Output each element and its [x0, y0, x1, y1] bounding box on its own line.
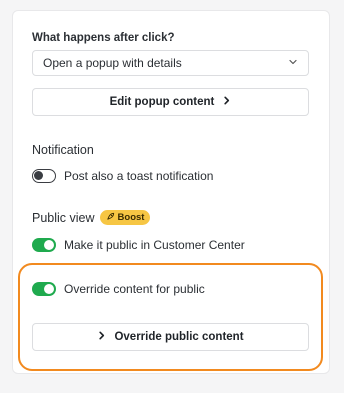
override-toggle-label: Override content for public — [64, 282, 205, 296]
public-toggle-label: Make it public in Customer Center — [64, 238, 245, 252]
chevron-down-icon — [288, 56, 298, 70]
boost-badge: Boost — [99, 210, 151, 225]
override-toggle-row: Override content for public — [32, 282, 205, 296]
click-action-select[interactable]: Open a popup with details — [32, 50, 309, 76]
settings-card: What happens after click? Open a popup w… — [12, 10, 330, 374]
chevron-right-icon — [97, 331, 106, 343]
toast-toggle-row: Post also a toast notification — [32, 169, 213, 183]
public-customer-center-toggle[interactable] — [32, 238, 56, 252]
public-view-title: Public view — [32, 210, 95, 225]
click-action-label: What happens after click? — [32, 32, 175, 44]
public-view-title-row: Public view Boost — [32, 210, 151, 225]
override-public-content-button[interactable]: Override public content — [32, 323, 309, 351]
edit-popup-content-button[interactable]: Edit popup content — [32, 88, 309, 116]
override-public-content-label: Override public content — [114, 331, 244, 343]
chevron-right-icon — [222, 96, 231, 108]
override-content-toggle[interactable] — [32, 282, 56, 296]
toast-toggle-label: Post also a toast notification — [64, 169, 214, 183]
notification-title: Notification — [32, 143, 94, 157]
toast-toggle[interactable] — [32, 169, 56, 183]
public-toggle-row: Make it public in Customer Center — [32, 238, 245, 252]
boost-badge-label: Boost — [117, 212, 145, 223]
click-action-selected-value: Open a popup with details — [43, 56, 182, 70]
edit-popup-content-label: Edit popup content — [109, 96, 215, 108]
rocket-icon — [106, 212, 115, 224]
